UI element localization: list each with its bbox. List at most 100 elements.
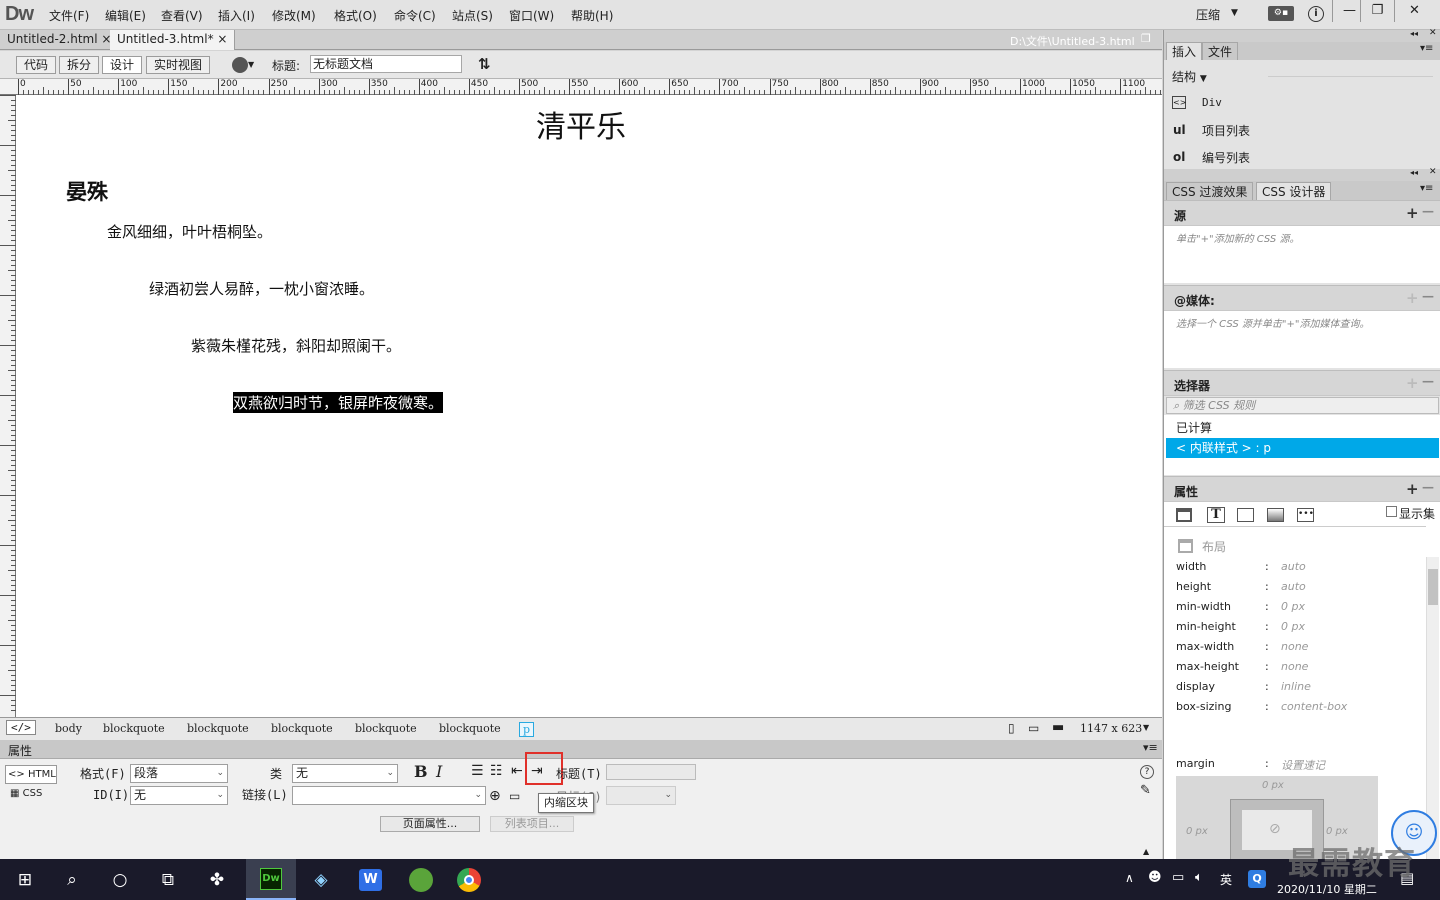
workspace-switcher[interactable]: 压缩 [1196, 6, 1220, 23]
mobile-size-icon[interactable]: ▯ [1008, 721, 1015, 735]
link-input[interactable]: ⌄ [292, 786, 486, 805]
tab-css-transitions[interactable]: CSS 过渡效果 [1166, 182, 1254, 200]
close-icon[interactable]: ✕ [1429, 28, 1437, 38]
poem-line-3[interactable]: 紫薇朱槿花残，斜阳却照阑干。 [191, 335, 401, 356]
chevron-down-icon[interactable]: ▼ [1231, 8, 1238, 18]
css-prop-value[interactable]: 0 px [1281, 620, 1305, 633]
tag-body[interactable]: body [55, 722, 82, 735]
target-select[interactable]: ⌄ [606, 786, 676, 805]
split-view-button[interactable]: 拆分 [59, 56, 100, 74]
qq-icon[interactable]: ☻ [1148, 870, 1162, 885]
tag-blockquote[interactable]: blockquote [439, 722, 501, 735]
ime-indicator[interactable]: 英 [1220, 871, 1232, 888]
insert-item-div[interactable]: <> Div [1164, 90, 1440, 116]
menu-format[interactable]: 格式(O) [334, 7, 377, 24]
css-prop-value[interactable]: auto [1281, 560, 1306, 573]
info-icon[interactable]: i [1308, 6, 1324, 22]
windows-start-icon[interactable]: ⊞ [10, 866, 40, 894]
tag-p[interactable]: p [519, 722, 535, 737]
task-view-icon[interactable]: ⧉ [153, 866, 183, 894]
menu-insert[interactable]: 插入(I) [218, 7, 255, 24]
tag-blockquote[interactable]: blockquote [271, 722, 333, 735]
remove-icon[interactable]: — [1422, 204, 1434, 218]
ordered-list-icon[interactable]: ☷ [490, 763, 503, 779]
add-source-icon[interactable]: + [1406, 204, 1419, 222]
restore-icon[interactable]: ❐ [1141, 32, 1151, 45]
desktop-size-icon[interactable]: ▬ [1052, 720, 1064, 735]
indent-icon[interactable]: ⇥ [531, 763, 543, 779]
taskbar-date[interactable]: 2020/11/10 星期二 [1277, 881, 1377, 897]
remove-icon[interactable]: — [1422, 480, 1434, 494]
tablet-size-icon[interactable]: ▭ [1028, 721, 1039, 735]
remove-icon[interactable]: — [1422, 289, 1434, 303]
insert-item-ul[interactable]: ul 项目列表 [1164, 117, 1440, 143]
tab-files[interactable]: 文件 [1202, 42, 1239, 60]
outdent-icon[interactable]: ⇤ [511, 763, 523, 779]
q-app-icon[interactable]: Q [1248, 870, 1266, 888]
wps-app-icon[interactable]: W [359, 869, 382, 891]
code-tag-icon[interactable]: </> [6, 720, 36, 735]
menu-command[interactable]: 命令(C) [394, 7, 436, 24]
pinwheel-app-icon[interactable]: ✤ [202, 866, 232, 894]
volume-icon[interactable]: 🔈︎ [1195, 870, 1203, 885]
properties-scrollbar[interactable] [1426, 557, 1439, 859]
design-view-button[interactable]: 设计 [102, 56, 143, 74]
tag-blockquote[interactable]: blockquote [187, 722, 249, 735]
live-view-button[interactable]: 实时视图 [146, 56, 211, 74]
menu-window[interactable]: 窗口(W) [509, 7, 554, 24]
text-category-icon[interactable]: T [1207, 507, 1225, 523]
sort-icon[interactable]: ⇅ [478, 55, 491, 73]
panel-menu-icon[interactable]: ▾≡ [1420, 43, 1433, 54]
panel-menu-icon[interactable]: ▾≡ [1420, 183, 1433, 194]
link-icon[interactable]: ⊘ [1269, 821, 1281, 837]
add-media-icon[interactable]: + [1406, 289, 1419, 307]
tab-untitled-3[interactable]: Untitled-3.html* × [110, 30, 236, 50]
css-mode-button[interactable]: ▦ CSS [10, 788, 42, 799]
tab-insert[interactable]: 插入 [1166, 42, 1203, 60]
preview-globe-icon[interactable] [232, 57, 248, 73]
computed-item[interactable]: 已计算 [1176, 419, 1212, 436]
css-prop-value[interactable]: content-box [1281, 700, 1347, 713]
network-icon[interactable]: ▭ [1172, 870, 1184, 885]
more-category-icon[interactable]: ••• [1297, 508, 1314, 522]
insert-category-select[interactable]: 结构 ▼ [1172, 68, 1207, 85]
margin-right-value[interactable]: 0 px [1326, 826, 1348, 837]
margin-shorthand-hint[interactable]: 设置速记 [1281, 757, 1325, 773]
border-category-icon[interactable] [1237, 508, 1254, 522]
title-input[interactable]: 无标题文档 [310, 55, 462, 73]
background-category-icon[interactable] [1267, 508, 1284, 522]
unordered-list-icon[interactable]: ☰ [471, 763, 484, 779]
dreamweaver-taskbar-button[interactable]: Dw [246, 859, 296, 900]
search-icon[interactable]: ⌕ [57, 866, 87, 894]
cortana-icon[interactable]: ○ [105, 866, 135, 894]
close-icon[interactable]: ✕ [1429, 167, 1437, 177]
scrollbar-thumb[interactable] [1428, 569, 1438, 605]
margin-top-value[interactable]: 0 px [1262, 780, 1284, 791]
poem-line-2[interactable]: 绿酒初尝人易醉，一枕小窗浓睡。 [149, 278, 374, 299]
collapse-icon[interactable]: ◂◂ [1410, 168, 1418, 177]
css-prop-value[interactable]: inline [1281, 680, 1311, 693]
layout-category-icon[interactable] [1176, 508, 1192, 522]
list-item-button[interactable]: 列表项目... [490, 816, 574, 832]
remove-icon[interactable]: — [1422, 374, 1434, 388]
poem-line-1[interactable]: 金风细细，叶叶梧桐坠。 [107, 221, 272, 242]
chevron-down-icon[interactable]: ▼ [1143, 723, 1149, 732]
insert-item-ol[interactable]: ol 编号列表 [1164, 144, 1440, 170]
add-selector-icon[interactable]: + [1406, 374, 1419, 392]
css-prop-value[interactable]: none [1281, 640, 1308, 653]
menu-edit[interactable]: 编辑(E) [105, 7, 146, 24]
menu-view[interactable]: 查看(V) [161, 7, 203, 24]
tab-css-designer[interactable]: CSS 设计器 [1256, 182, 1332, 200]
add-property-icon[interactable]: + [1406, 480, 1419, 498]
restore-button[interactable]: ❐ [1360, 0, 1394, 22]
help-icon[interactable]: ? [1140, 765, 1154, 779]
id-select[interactable]: 无 ⌄ [130, 786, 228, 805]
css-prop-value[interactable]: 0 px [1281, 600, 1305, 613]
tag-blockquote[interactable]: blockquote [103, 722, 165, 735]
format-select[interactable]: 段落 ⌄ [130, 764, 228, 783]
menu-modify[interactable]: 修改(M) [272, 7, 316, 24]
close-icon[interactable]: × [217, 32, 227, 46]
page-properties-button[interactable]: 页面属性... [380, 816, 480, 832]
collapse-icon[interactable]: ◂◂ [1410, 29, 1418, 38]
class-select[interactable]: 无 ⌄ [292, 764, 398, 783]
